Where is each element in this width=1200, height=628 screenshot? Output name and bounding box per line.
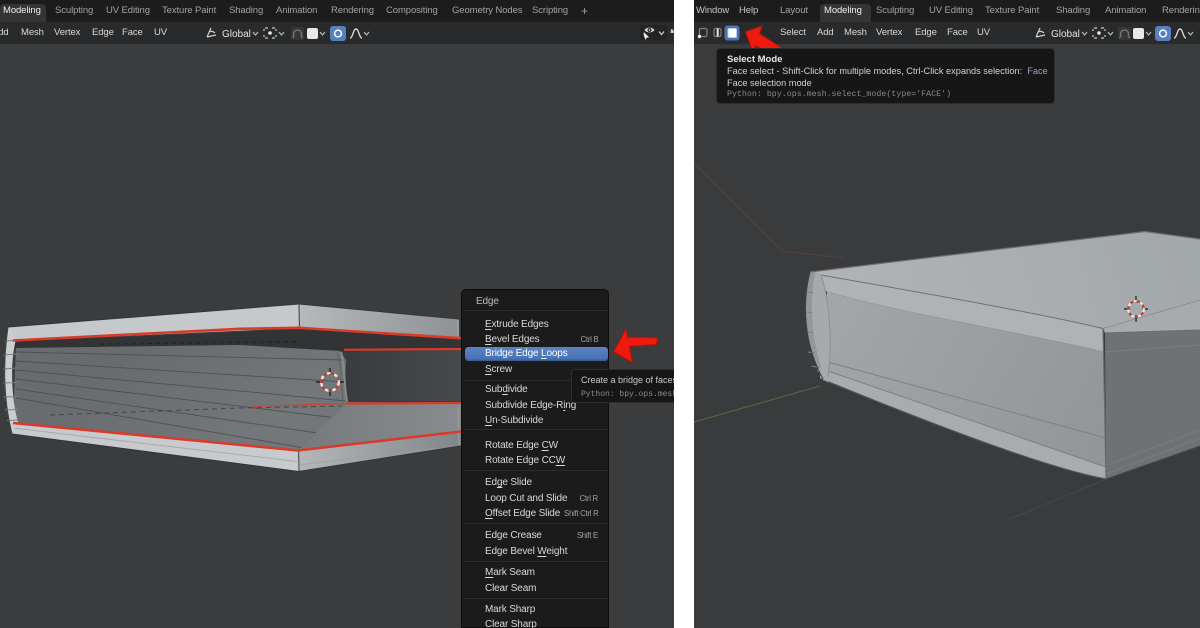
svg-text:Global: Global [222,29,251,40]
svg-text:Global: Global [1051,29,1080,40]
